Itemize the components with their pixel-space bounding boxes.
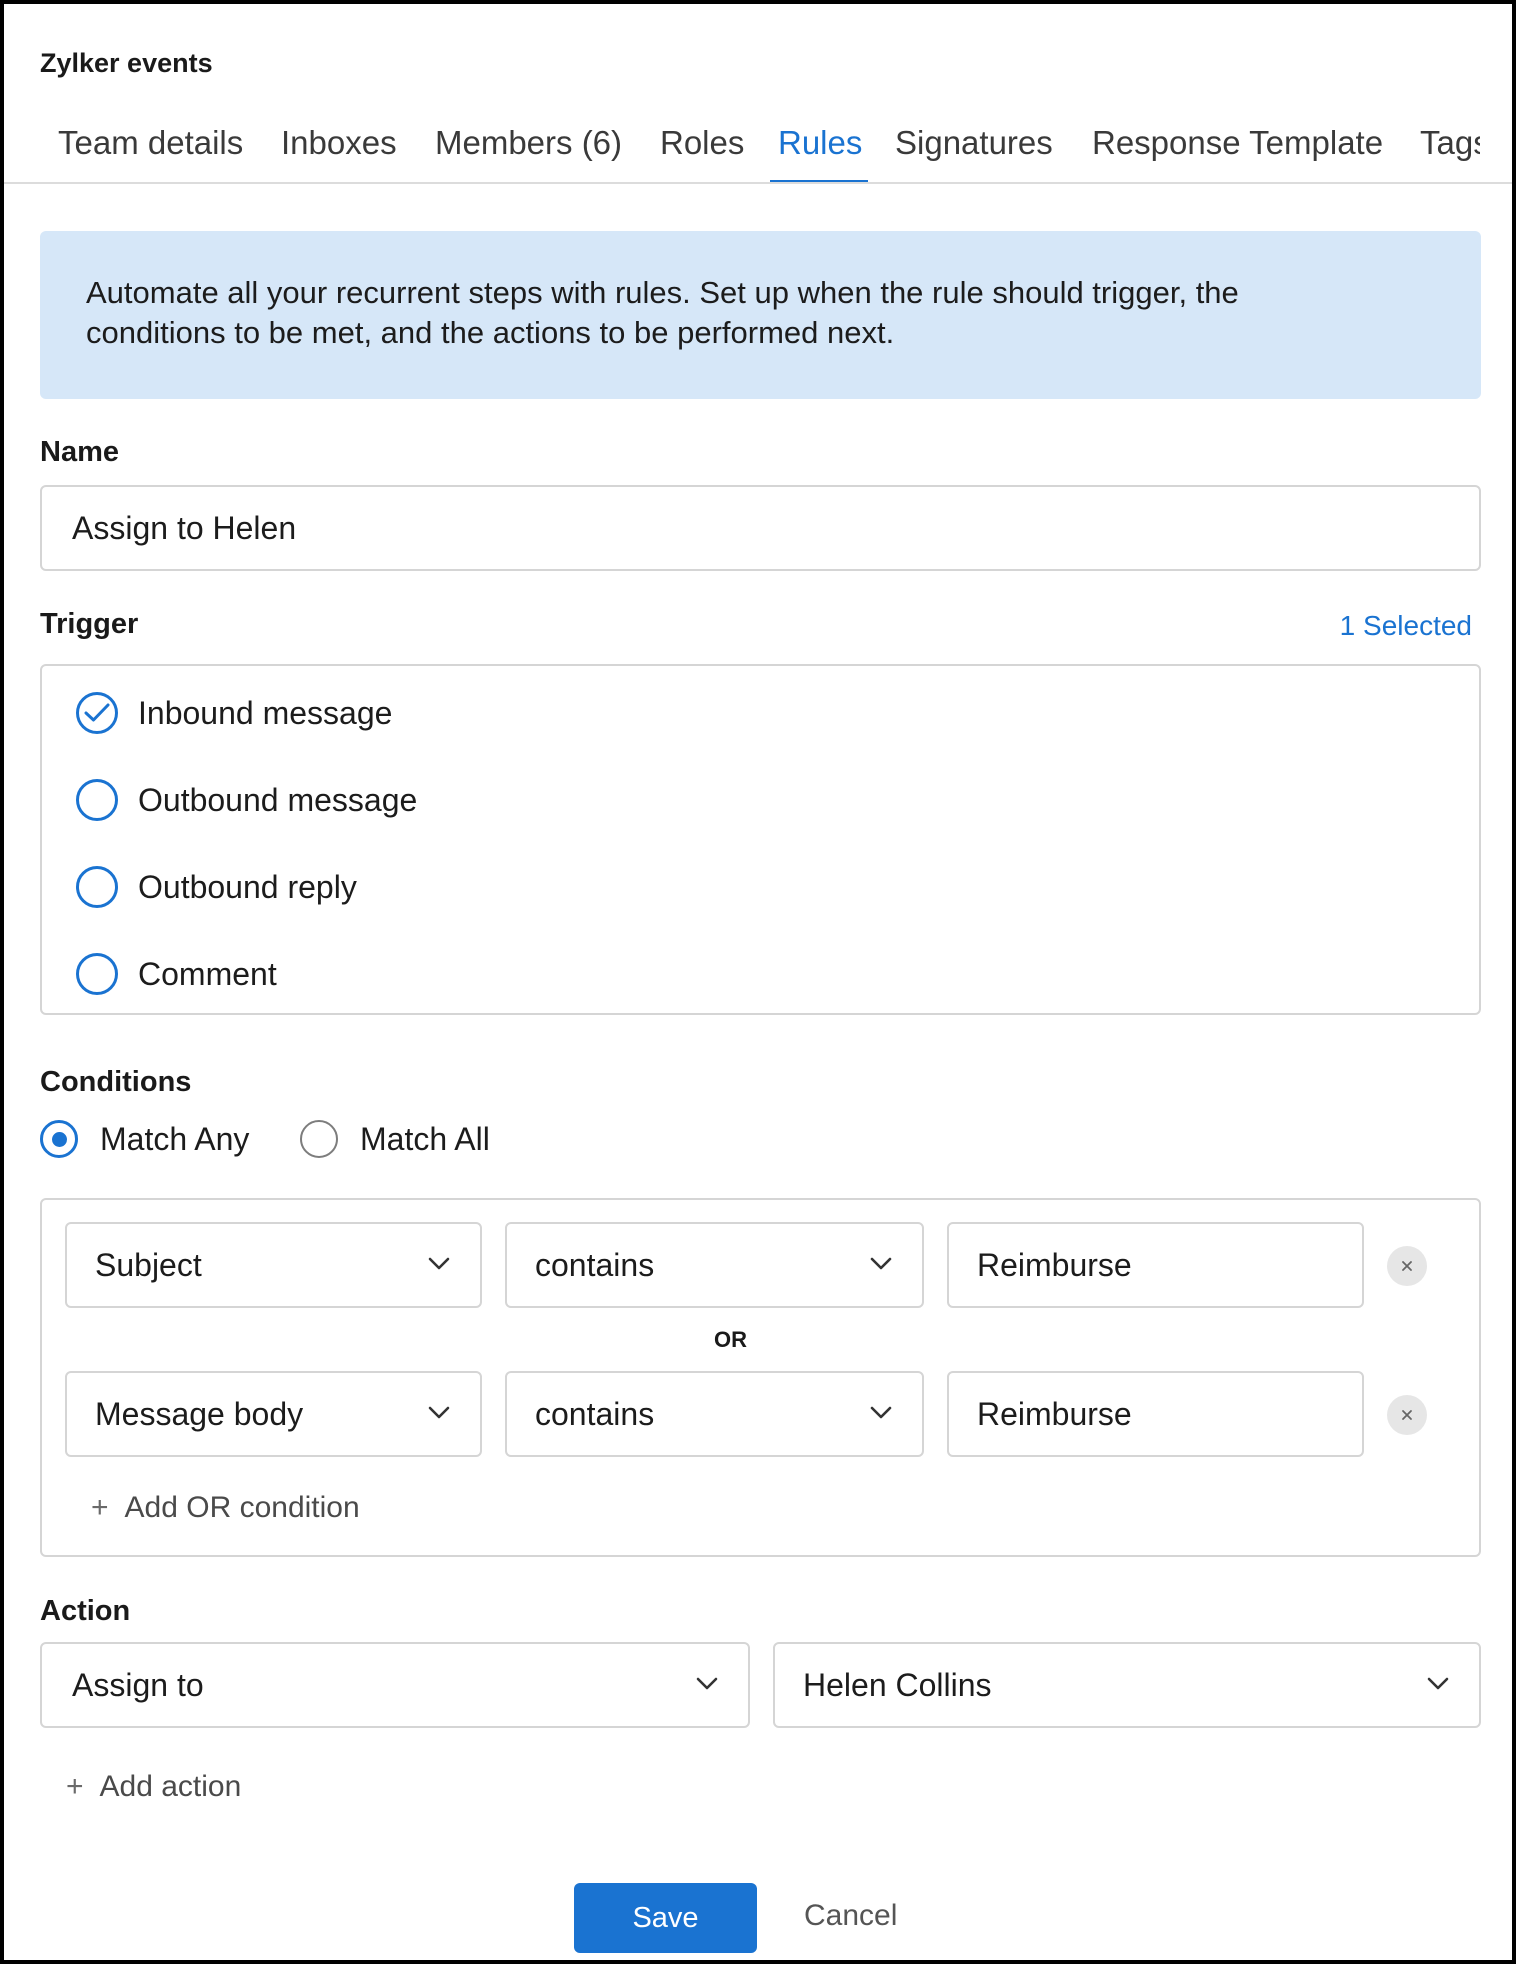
name-label: Name <box>40 436 119 468</box>
plus-icon: + <box>66 1770 84 1803</box>
check-circle-icon <box>76 692 118 734</box>
rules-panel: Zylker events Team details Inboxes Membe… <box>0 0 1516 1964</box>
save-button[interactable]: Save <box>574 1883 757 1953</box>
condition-field-value: Subject <box>95 1246 202 1283</box>
info-banner: Automate all your recurrent steps with r… <box>40 231 1481 399</box>
team-title: Zylker events <box>40 48 213 78</box>
match-all-radio[interactable]: Match All <box>300 1120 490 1158</box>
cancel-button[interactable]: Cancel <box>804 1899 897 1933</box>
trigger-option-outbound-message[interactable]: Outbound message <box>76 778 417 822</box>
radio-selected-icon <box>40 1120 78 1158</box>
tab-rules[interactable]: Rules <box>769 124 869 182</box>
tab-signatures[interactable]: Signatures <box>895 124 1053 182</box>
condition-value-input[interactable]: Reimburse <box>947 1222 1364 1308</box>
conditions-label: Conditions <box>40 1066 192 1098</box>
tab-team-details[interactable]: Team details <box>58 124 243 182</box>
add-action-label: Add action <box>99 1770 242 1803</box>
or-joiner: OR <box>714 1327 747 1352</box>
tab-roles[interactable]: Roles <box>660 124 744 182</box>
tab-overflow-mask <box>1480 116 1512 182</box>
close-icon <box>1402 1261 1412 1271</box>
trigger-option-label: Inbound message <box>138 694 393 731</box>
action-target-select[interactable]: Helen Collins <box>773 1642 1481 1728</box>
chevron-down-icon <box>696 1677 718 1690</box>
tab-members[interactable]: Members (6) <box>435 124 622 182</box>
action-type-select[interactable]: Assign to <box>40 1642 750 1728</box>
banner-line-1: Automate all your recurrent steps with r… <box>86 275 1239 310</box>
condition-field-value: Message body <box>95 1395 304 1432</box>
plus-icon: + <box>91 1491 109 1524</box>
chevron-down-icon <box>870 1406 892 1419</box>
condition-operator-select[interactable]: contains <box>505 1371 924 1457</box>
condition-operator-value: contains <box>535 1246 655 1283</box>
condition-field-select[interactable]: Message body <box>65 1371 482 1457</box>
condition-operator-value: contains <box>535 1395 655 1432</box>
chevron-down-icon <box>1427 1677 1449 1690</box>
add-action-button[interactable]: + Add action <box>66 1770 241 1804</box>
empty-circle-icon <box>76 779 118 821</box>
condition-value-text: Reimburse <box>977 1246 1132 1283</box>
add-or-condition-label: Add OR condition <box>124 1491 360 1524</box>
close-icon <box>1402 1410 1412 1420</box>
condition-field-select[interactable]: Subject <box>65 1222 482 1308</box>
trigger-option-label: Outbound reply <box>138 868 357 905</box>
rule-name-value: Assign to Helen <box>72 509 297 546</box>
trigger-option-comment[interactable]: Comment <box>76 952 277 996</box>
condition-value-text: Reimburse <box>977 1395 1132 1432</box>
trigger-label: Trigger <box>40 608 139 640</box>
trigger-option-label: Outbound message <box>138 781 418 818</box>
add-or-condition-button[interactable]: + Add OR condition <box>91 1491 360 1525</box>
chevron-down-icon <box>428 1257 450 1270</box>
remove-condition-button[interactable] <box>1387 1395 1427 1435</box>
empty-circle-icon <box>76 866 118 908</box>
match-any-label: Match Any <box>100 1120 250 1157</box>
tab-response-template[interactable]: Response Template <box>1092 124 1383 182</box>
radio-empty-icon <box>300 1120 338 1158</box>
action-target-value: Helen Collins <box>803 1666 992 1703</box>
trigger-option-label: Comment <box>138 955 277 992</box>
trigger-options: Inbound message Outbound message Outboun… <box>40 664 1481 1015</box>
chevron-down-icon <box>428 1406 450 1419</box>
match-any-radio[interactable]: Match Any <box>40 1120 249 1158</box>
banner-line-2: conditions to be met, and the actions to… <box>86 315 895 350</box>
trigger-option-outbound-reply[interactable]: Outbound reply <box>76 865 357 909</box>
rule-name-input[interactable]: Assign to Helen <box>40 485 1481 571</box>
condition-value-input[interactable]: Reimburse <box>947 1371 1364 1457</box>
chevron-down-icon <box>870 1257 892 1270</box>
action-label: Action <box>40 1595 131 1627</box>
selected-count[interactable]: 1 Selected <box>1340 610 1472 642</box>
empty-circle-icon <box>76 953 118 995</box>
match-all-label: Match All <box>360 1120 490 1157</box>
remove-condition-button[interactable] <box>1387 1246 1427 1286</box>
condition-operator-select[interactable]: contains <box>505 1222 924 1308</box>
trigger-option-inbound-message[interactable]: Inbound message <box>76 691 392 735</box>
action-type-value: Assign to <box>72 1666 204 1703</box>
tab-inboxes[interactable]: Inboxes <box>281 124 397 182</box>
tab-bar: Team details Inboxes Members (6) Roles R… <box>4 116 1512 184</box>
